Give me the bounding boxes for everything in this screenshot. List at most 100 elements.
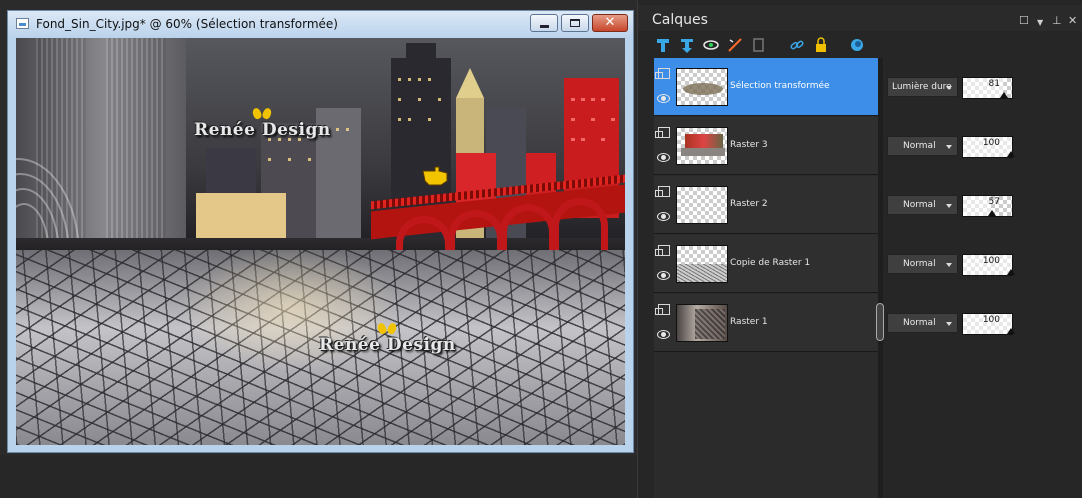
pin-icon[interactable]: ⊥: [1052, 15, 1062, 26]
layer-thumbnail: [676, 245, 728, 283]
opacity-marker[interactable]: [988, 210, 996, 216]
close-button[interactable]: ✕: [592, 14, 628, 32]
opacity-fill: [963, 196, 991, 216]
watermark-bottom: Renée Design: [319, 323, 456, 355]
layer-row[interactable]: Copie de Raster 1: [654, 235, 878, 293]
close-panel-icon[interactable]: ✕: [1068, 15, 1077, 26]
blend-mode-value: Lumière dure: [892, 82, 952, 92]
butterfly-icon: [253, 108, 271, 120]
new-raster-layer-icon[interactable]: [654, 36, 672, 54]
layer-type-icon[interactable]: [655, 68, 670, 79]
layer-props: Normal 100: [884, 117, 1082, 175]
blend-mode-value: Normal: [903, 141, 936, 151]
minimize-button[interactable]: [530, 14, 558, 32]
layer-thumbnail: [676, 186, 728, 224]
chevron-down-icon: [946, 263, 952, 267]
eye-icon[interactable]: [657, 94, 670, 103]
layer-type-icon[interactable]: [655, 186, 670, 197]
layer-row[interactable]: Raster 1: [654, 294, 878, 352]
pointing-hand-icon: [422, 166, 448, 186]
layer-props: Normal 100: [884, 294, 1082, 352]
eye-icon[interactable]: [657, 153, 670, 162]
layer-name: Copie de Raster 1: [730, 258, 811, 268]
layer-props: Lumière dure 81: [884, 58, 1082, 116]
layer-thumbnail: [676, 127, 728, 165]
blend-mode-value: Normal: [903, 259, 936, 269]
eye-icon[interactable]: [657, 271, 670, 280]
layer-name: Raster 2: [730, 199, 768, 209]
delete-layer-icon[interactable]: [726, 36, 744, 54]
watermark-text: Renée Design: [194, 120, 331, 140]
opacity-marker[interactable]: [1000, 92, 1008, 98]
layer-name: Raster 3: [730, 140, 768, 150]
panel-header: Calques ☐ ▼ ⊥ ✕: [638, 5, 1082, 31]
opacity-marker[interactable]: [1007, 151, 1015, 157]
eye-icon[interactable]: [657, 330, 670, 339]
maximize-icon: [570, 19, 580, 27]
chevron-down-icon: [946, 145, 952, 149]
blend-mode-value: Normal: [903, 318, 936, 328]
opacity-value: 100: [982, 256, 1000, 266]
layer-name: Raster 1: [730, 317, 768, 327]
layer-props: Normal 57: [884, 176, 1082, 234]
chevron-down-icon: [946, 322, 952, 326]
new-vector-layer-icon[interactable]: [678, 36, 696, 54]
layer-name: Sélection transformée: [730, 81, 830, 91]
opacity-value: 100: [982, 138, 1000, 148]
lock-icon[interactable]: [812, 36, 830, 54]
chevron-down-icon: [946, 204, 952, 208]
layer-mask-icon[interactable]: [848, 36, 866, 54]
layer-thumbnail: [676, 304, 728, 342]
watermark-top: Renée Design: [194, 108, 331, 140]
panel-splitter[interactable]: [878, 58, 883, 498]
layers-panel: Calques ☐ ▼ ⊥ ✕ Sélection transformée Ra…: [637, 0, 1082, 498]
layer-props: Normal 100: [884, 235, 1082, 293]
eye-icon[interactable]: [657, 212, 670, 221]
opacity-marker[interactable]: [1007, 269, 1015, 275]
layer-type-icon[interactable]: [655, 127, 670, 138]
splitter-handle[interactable]: [876, 303, 884, 341]
watermark-text: Renée Design: [319, 335, 456, 355]
layer-row[interactable]: Sélection transformée: [654, 58, 878, 116]
opacity-slider[interactable]: 100: [962, 313, 1015, 335]
opacity-value: 81: [988, 79, 1000, 89]
layer-thumbnail: [676, 68, 728, 106]
layer-properties-icon[interactable]: [750, 36, 768, 54]
opacity-slider[interactable]: 100: [962, 254, 1015, 276]
document-titlebar[interactable]: Fond_Sin_City.jpg* @ 60% (Sélection tran…: [8, 11, 633, 37]
workspace-background: [0, 455, 637, 498]
opacity-slider[interactable]: 81: [962, 77, 1013, 99]
layer-list: Sélection transformée Raster 3 Raster 2 …: [654, 58, 878, 498]
opacity-slider[interactable]: 100: [962, 136, 1015, 158]
close-icon: ✕: [604, 15, 616, 30]
layer-properties-column: Lumière dure 81 Normal 100 Normal 57 Nor…: [884, 58, 1082, 498]
document-window: Fond_Sin_City.jpg* @ 60% (Sélection tran…: [7, 10, 634, 453]
blend-mode-select[interactable]: Normal: [887, 313, 958, 333]
maximize-button[interactable]: [561, 14, 589, 32]
bridge-arch: [552, 198, 608, 258]
opacity-value: 100: [982, 315, 1000, 325]
blend-mode-value: Normal: [903, 200, 936, 210]
image-canvas[interactable]: Renée Design Renée Design: [16, 38, 625, 445]
document-title: Fond_Sin_City.jpg* @ 60% (Sélection tran…: [36, 17, 338, 31]
blend-mode-select[interactable]: Normal: [887, 195, 958, 215]
document-icon: [16, 18, 29, 29]
layer-row[interactable]: Raster 2: [654, 176, 878, 234]
panel-menu-icon[interactable]: ▼: [1037, 17, 1043, 28]
restore-panel-icon[interactable]: ☐: [1019, 15, 1029, 26]
opacity-value: 57: [988, 197, 1000, 207]
layer-row[interactable]: Raster 3: [654, 117, 878, 175]
panel-title: Calques: [652, 12, 708, 28]
blend-mode-select[interactable]: Normal: [887, 136, 958, 156]
opacity-slider[interactable]: 57: [962, 195, 1013, 217]
blend-mode-select[interactable]: Lumière dure: [887, 77, 958, 97]
layer-type-icon[interactable]: [655, 245, 670, 256]
visibility-toggle-icon[interactable]: [702, 36, 720, 54]
link-layers-icon[interactable]: [788, 36, 806, 54]
butterfly-icon: [378, 323, 396, 335]
chevron-down-icon: [946, 86, 952, 90]
layer-type-icon[interactable]: [655, 304, 670, 315]
opacity-marker[interactable]: [1007, 328, 1015, 334]
minimize-icon: [540, 25, 549, 28]
blend-mode-select[interactable]: Normal: [887, 254, 958, 274]
